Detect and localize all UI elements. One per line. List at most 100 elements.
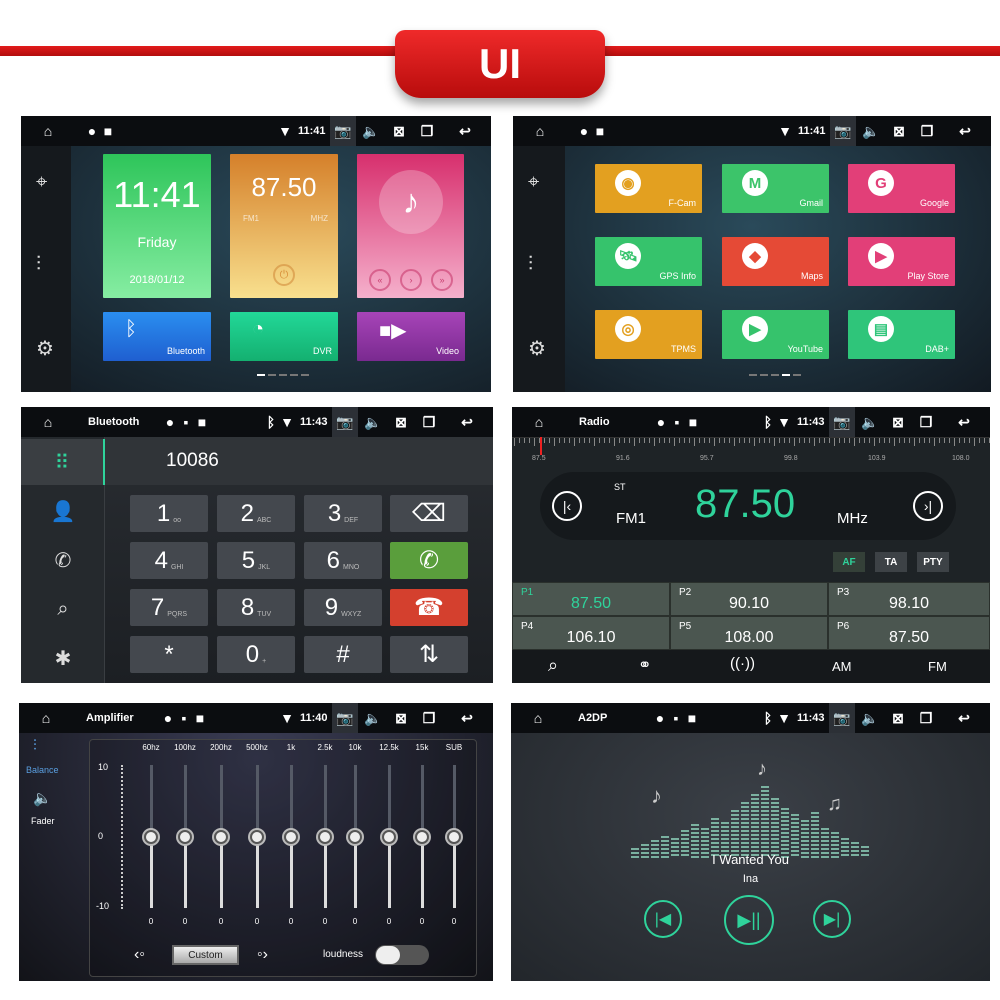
search-icon[interactable]: ⌕ (21, 586, 105, 632)
volume-icon[interactable]: 🔈 (358, 116, 384, 146)
recent-apps-icon[interactable]: ❐ (416, 407, 442, 437)
recent-apps-icon[interactable]: ❐ (914, 116, 940, 146)
back-icon[interactable]: ↩ (452, 116, 478, 146)
pty-button[interactable]: PTY (917, 552, 949, 572)
preset-p2[interactable]: P2 90.10 (670, 582, 828, 616)
preset-p1[interactable]: P1 87.50 (512, 582, 670, 616)
back-icon[interactable]: ↩ (454, 407, 480, 437)
ta-button[interactable]: TA (875, 552, 907, 572)
antenna-icon[interactable]: ((·)) (730, 655, 755, 672)
tile-bluetooth[interactable]: ᛒ Bluetooth (103, 312, 211, 361)
location-pin-icon[interactable]: ⌖ (528, 171, 539, 194)
preset-button[interactable]: Custom (172, 945, 239, 965)
dialpad-icon[interactable]: ⠿ (21, 439, 105, 485)
transfer-button[interactable]: ⇅ (390, 636, 468, 673)
back-icon[interactable]: ↩ (951, 703, 977, 733)
close-app-icon[interactable]: ⊠ (885, 703, 911, 733)
app-gps-info[interactable]: 🛰 GPS Info (595, 237, 702, 286)
previous-button[interactable]: « (369, 269, 391, 291)
preset-p3[interactable]: P3 98.10 (828, 582, 990, 616)
gear-icon[interactable]: ⚙ (36, 336, 54, 361)
home-icon[interactable]: ⌂ (526, 407, 552, 437)
next-button[interactable]: » (431, 269, 453, 291)
key-3[interactable]: 3 DEF (304, 495, 382, 532)
key-1[interactable]: 1 oo (130, 495, 208, 532)
page-dot[interactable] (749, 374, 757, 376)
home-icon[interactable]: ⌂ (527, 116, 553, 146)
play-pause-button[interactable]: ▶|| (724, 895, 774, 945)
eq-slider-knob[interactable] (348, 829, 362, 844)
eq-slider-knob[interactable] (284, 829, 298, 844)
close-app-icon[interactable]: ⊠ (388, 407, 414, 437)
balance-icon[interactable]: ⫶ (33, 737, 37, 754)
page-dot[interactable] (782, 374, 790, 376)
frequency-scale[interactable]: 87.5 91.6 95.7 99.8 103.9 108.0 (512, 437, 990, 467)
volume-icon[interactable]: 🔈 (857, 407, 883, 437)
equalizer-icon[interactable]: ⫶ (36, 253, 41, 276)
key-0[interactable]: 0 + (217, 636, 295, 673)
key-6[interactable]: 6 MNO (304, 542, 382, 579)
backspace-button[interactable]: ⌫ (390, 495, 468, 532)
radio-widget[interactable]: 87.50 FM1 MHZ ⏻ (230, 154, 338, 298)
key-2[interactable]: 2 ABC (217, 495, 295, 532)
screenshot-icon[interactable]: 📷 (332, 407, 358, 437)
page-dot[interactable] (279, 374, 287, 376)
preset-p4[interactable]: P4 106.10 (512, 616, 670, 650)
tuning-needle[interactable] (540, 437, 542, 455)
power-button[interactable]: ⏻ (273, 264, 295, 286)
preset-p6[interactable]: P6 87.50 (828, 616, 990, 650)
page-dot[interactable] (760, 374, 768, 376)
page-dot[interactable] (301, 374, 309, 376)
volume-icon[interactable]: 🔈 (857, 703, 883, 733)
location-pin-icon[interactable]: ⌖ (36, 171, 47, 194)
eq-slider-knob[interactable] (178, 829, 192, 844)
am-button[interactable]: AM (832, 659, 852, 674)
back-icon[interactable]: ↩ (454, 703, 480, 733)
call-button[interactable]: ✆ (390, 542, 468, 579)
key-7[interactable]: 7 PQRS (130, 589, 208, 626)
equalizer-icon[interactable]: ⫶ (528, 253, 533, 276)
key-*[interactable]: * (130, 636, 208, 673)
tile-dvr[interactable]: ◔ DVR (230, 312, 338, 361)
home-icon[interactable]: ⌂ (35, 116, 61, 146)
eq-slider-knob[interactable] (214, 829, 228, 844)
hangup-button[interactable]: ☎ (390, 589, 468, 626)
music-widget[interactable]: ♪ « › » (357, 154, 464, 298)
app-google[interactable]: G Google (848, 164, 955, 213)
next-preset-button[interactable]: ◦› (257, 946, 268, 964)
page-dot[interactable] (268, 374, 276, 376)
screenshot-icon[interactable]: 📷 (829, 407, 855, 437)
eq-slider-knob[interactable] (250, 829, 264, 844)
screenshot-icon[interactable]: 📷 (332, 703, 358, 733)
eq-slider-knob[interactable] (382, 829, 396, 844)
fm-button[interactable]: FM (928, 659, 947, 674)
close-app-icon[interactable]: ⊠ (885, 407, 911, 437)
app-play-store[interactable]: ▶ Play Store (848, 237, 955, 286)
seek-next-button[interactable]: ›| (913, 491, 943, 521)
key-9[interactable]: 9 WXYZ (304, 589, 382, 626)
clock-widget[interactable]: 11:41 Friday 2018/01/12 (103, 154, 211, 298)
eq-slider-knob[interactable] (144, 829, 158, 844)
volume-icon[interactable]: 🔈 (360, 407, 386, 437)
next-track-button[interactable]: ▶| (813, 900, 851, 938)
close-app-icon[interactable]: ⊠ (886, 116, 912, 146)
recent-apps-icon[interactable]: ❐ (414, 116, 440, 146)
play-button[interactable]: › (400, 269, 422, 291)
page-dot[interactable] (290, 374, 298, 376)
recent-apps-icon[interactable]: ❐ (913, 407, 939, 437)
fader-tab[interactable]: Fader (31, 816, 55, 826)
app-youtube[interactable]: ▶ YouTube (722, 310, 829, 359)
preset-p5[interactable]: P5 108.00 (670, 616, 828, 650)
stereo-icon[interactable]: ⚭ (638, 655, 651, 675)
app-dab-[interactable]: ▤ DAB+ (848, 310, 955, 359)
screenshot-icon[interactable]: 📷 (330, 116, 356, 146)
home-icon[interactable]: ⌂ (35, 407, 61, 437)
key-4[interactable]: 4 GHI (130, 542, 208, 579)
app-f-cam[interactable]: ◉ F-Cam (595, 164, 702, 213)
eq-slider-knob[interactable] (415, 829, 429, 844)
close-app-icon[interactable]: ⊠ (386, 116, 412, 146)
page-dot[interactable] (793, 374, 801, 376)
key-#[interactable]: # (304, 636, 382, 673)
recent-apps-icon[interactable]: ❐ (913, 703, 939, 733)
contact-icon[interactable]: 👤 (21, 488, 105, 534)
